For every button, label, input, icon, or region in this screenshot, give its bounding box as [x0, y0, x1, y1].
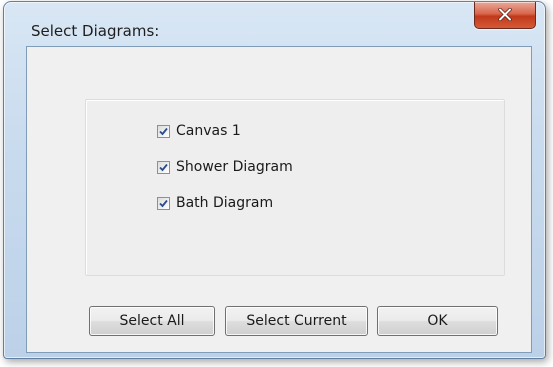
- close-button[interactable]: [474, 2, 536, 29]
- checkbox[interactable]: [157, 160, 170, 174]
- diagram-checkbox-canvas-1[interactable]: Canvas 1: [157, 121, 241, 141]
- dialog-body: Canvas 1 Shower Diagram Bath Diagram Sel…: [26, 46, 532, 353]
- select-all-button[interactable]: Select All: [89, 306, 215, 336]
- checkbox-label: Shower Diagram: [176, 159, 293, 175]
- close-icon: [498, 8, 512, 21]
- select-diagrams-dialog: Select Diagrams: Canvas 1 Shower Diagram…: [3, 1, 546, 359]
- title-bar[interactable]: Select Diagrams:: [4, 2, 545, 40]
- checkmark-icon: [159, 127, 168, 135]
- checkbox-label: Canvas 1: [176, 123, 241, 139]
- checkbox[interactable]: [157, 124, 170, 138]
- select-current-button[interactable]: Select Current: [225, 306, 368, 336]
- checkbox[interactable]: [157, 196, 170, 210]
- checkmark-icon: [159, 163, 168, 171]
- checkmark-icon: [159, 199, 168, 207]
- dialog-title: Select Diagrams:: [31, 22, 160, 40]
- checkbox-label: Bath Diagram: [176, 195, 274, 211]
- ok-button[interactable]: OK: [377, 306, 498, 336]
- diagram-checkbox-shower-diagram[interactable]: Shower Diagram: [157, 157, 293, 177]
- diagram-checkbox-bath-diagram[interactable]: Bath Diagram: [157, 193, 273, 213]
- diagram-list-panel: Canvas 1 Shower Diagram Bath Diagram: [85, 99, 505, 276]
